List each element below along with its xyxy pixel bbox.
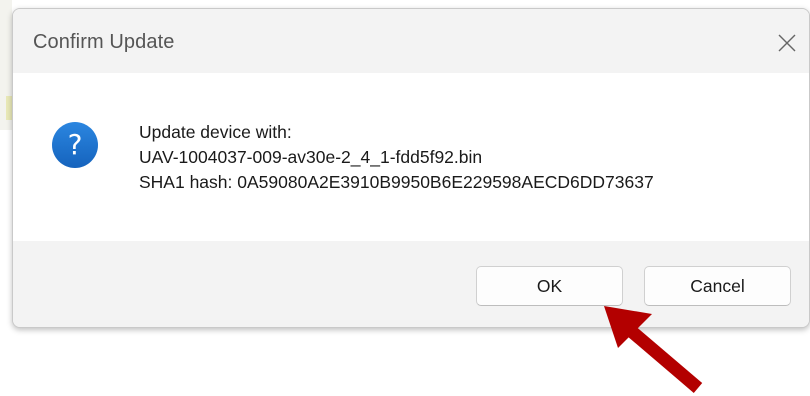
screen: Confirm Update ? Update device with: UAV… [0,0,810,396]
svg-text:?: ? [68,128,83,161]
message-line-intro: Update device with: [139,122,292,142]
dialog-titlebar: Confirm Update [13,9,809,73]
message-line-hash: SHA1 hash: 0A59080A2E3910B9950B6E229598A… [139,172,654,192]
confirm-update-dialog: Confirm Update ? Update device with: UAV… [12,8,810,328]
annotation-arrow-icon [604,306,703,393]
close-button[interactable] [765,23,809,63]
dialog-message: Update device with: UAV-1004037-009-av30… [139,120,654,195]
question-icon: ? [52,122,98,168]
close-icon [778,34,796,52]
dialog-content: ? Update device with: UAV-1004037-009-av… [13,73,809,241]
background-window-edge [0,0,12,130]
dialog-title: Confirm Update [33,31,175,53]
message-line-filename: UAV-1004037-009-av30e-2_4_1-fdd5f92.bin [139,147,483,167]
